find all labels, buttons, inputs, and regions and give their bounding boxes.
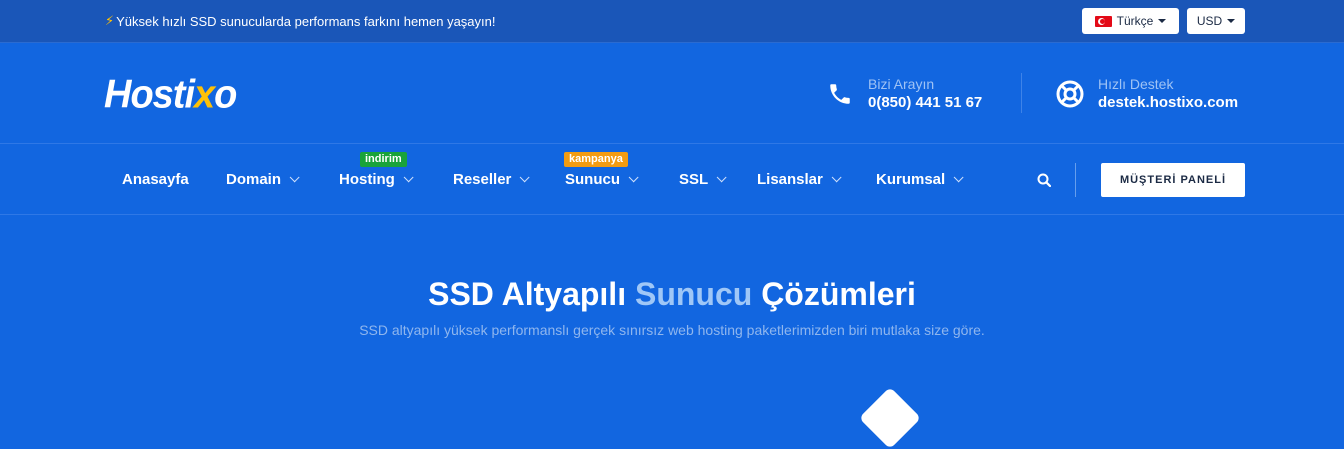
logo-text-x: x [194,72,215,118]
nav-label: Hosting [339,171,395,188]
nav-item-domain[interactable]: Domain [226,171,300,188]
hero-title: SSD Altyapılı Sunucu Çözümleri [0,276,1344,313]
caret-down-icon [1158,19,1167,23]
nav-label: Sunucu [565,171,620,188]
nav-item-reseller[interactable]: Reseller [453,171,530,188]
site-header: Hostixo Bizi Arayın 0(850) 441 51 67 Hız… [0,44,1344,144]
logo-text-o: o [214,72,237,118]
nav-item-ssl[interactable]: SSL [679,171,727,188]
top-bar: ⚡ Yüksek hızlı SSD sunucularda performan… [0,0,1344,43]
lightning-icon: ⚡ [105,13,115,28]
hero-title-b: Çözümleri [752,276,916,312]
chevron-down-icon [628,172,639,183]
support-email: destek.hostixo.com [1098,94,1239,111]
phone-contact[interactable]: Bizi Arayın 0(850) 441 51 67 [826,75,982,113]
hero-title-a: SSD Altyapılı [428,276,635,312]
promo-banner: ⚡ Yüksek hızlı SSD sunucularda performan… [105,13,496,29]
nav-item-hosting[interactable]: Hosting [339,171,414,188]
phone-icon [826,80,854,108]
chevron-down-icon [289,172,300,183]
chevron-down-icon [953,172,964,183]
nav-label: Kurumsal [876,171,946,188]
nav-item-lisanslar[interactable]: Lisanslar [757,171,842,188]
nav-divider [1075,163,1076,197]
currency-dropdown[interactable]: USD [1187,8,1245,34]
lifebuoy-icon [1056,80,1084,108]
caret-down-icon [1227,19,1236,23]
hero-title-highlight: Sunucu [634,276,753,312]
discount-badge: indirim [360,152,407,167]
nav-label: Domain [226,171,282,188]
chevron-down-icon [831,172,842,183]
turkey-flag-icon [1094,15,1112,27]
nav-label: Lisanslar [757,171,823,188]
logo[interactable]: Hostixo [104,72,237,118]
nav-item-anasayfa[interactable]: Anasayfa [122,171,189,188]
chevron-down-icon [403,172,414,183]
main-nav: Anasayfa Domain indirim Hosting Reseller… [0,145,1344,215]
promo-text: Yüksek hızlı SSD sunucularda performans … [116,13,496,29]
phone-number: 0(850) 441 51 67 [868,94,983,111]
language-dropdown[interactable]: Türkçe [1082,8,1179,34]
phone-label: Bizi Arayın [868,76,935,92]
nav-label: Reseller [453,171,512,188]
campaign-badge: kampanya [564,152,628,167]
currency-label: USD [1196,14,1223,28]
nav-label: SSL [679,171,709,188]
customer-panel-button[interactable]: MÜŞTERİ PANELİ [1101,163,1245,197]
logo-text-a: Hosti [104,72,195,118]
tab-notch [858,386,922,449]
nav-label: Anasayfa [122,171,189,188]
nav-item-kurumsal[interactable]: Kurumsal [876,171,964,188]
search-icon[interactable] [1037,173,1052,188]
header-divider [1021,73,1022,113]
chevron-down-icon [716,172,727,183]
support-label: Hızlı Destek [1098,76,1174,92]
nav-item-sunucu[interactable]: Sunucu [565,171,639,188]
chevron-down-icon [520,172,530,183]
hero-subtitle: SSD altyapılı yüksek performanslı gerçek… [359,322,985,338]
language-label: Türkçe [1116,14,1154,28]
support-contact[interactable]: Hızlı Destek destek.hostixo.com [1056,75,1238,113]
